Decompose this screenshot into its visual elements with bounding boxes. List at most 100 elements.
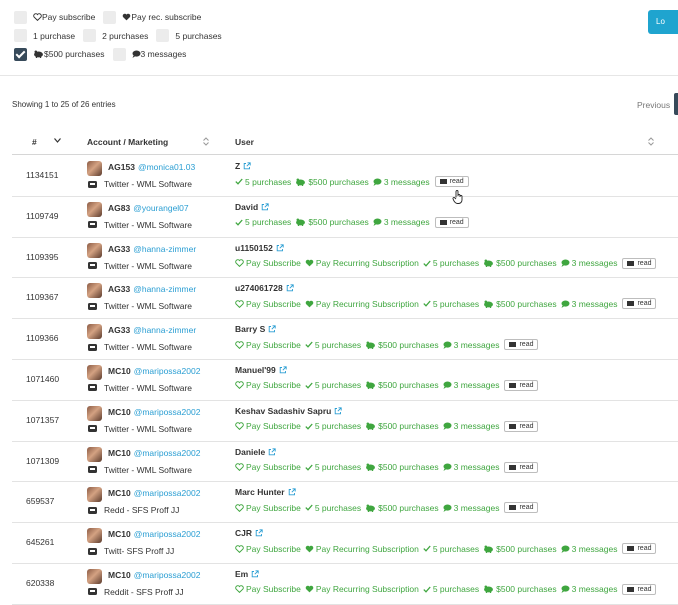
previous-button[interactable]: Previous: [637, 100, 670, 110]
marketing-cell: Redd - SFS Proff JJ: [87, 505, 179, 515]
account-handle-link[interactable]: @hanna-zimmer: [133, 244, 196, 254]
ad-icon: [88, 425, 97, 433]
user-cell: u1150152: [235, 243, 284, 253]
read-button[interactable]: read: [622, 298, 657, 310]
col-id-header[interactable]: #: [32, 137, 37, 147]
user-name[interactable]: Daniele: [235, 447, 265, 457]
filter-500-purchases[interactable]: $500 purchases: [14, 47, 105, 61]
marketing-label: Twitter - WML Software: [104, 301, 193, 312]
external-link-icon[interactable]: [243, 162, 251, 170]
external-link-icon[interactable]: [276, 243, 284, 252]
sort-icon[interactable]: [203, 137, 209, 146]
user-name[interactable]: Keshav Sadashiv Sapru: [235, 406, 331, 416]
piggy-bank-icon: [366, 422, 376, 431]
tag-label: $500 purchases: [496, 584, 557, 595]
checkbox[interactable]: [112, 47, 126, 61]
sort-icon[interactable]: [648, 137, 654, 146]
next-page-button[interactable]: [674, 93, 678, 115]
external-link-icon[interactable]: [268, 447, 276, 456]
tag-label: 5 purchases: [314, 339, 362, 350]
load-button-label: Lo: [656, 17, 665, 26]
account-cell: AG33 @hanna-zimmer: [108, 284, 196, 294]
account-handle-link[interactable]: @hanna-zimmer: [133, 325, 196, 335]
row-id: 1134151: [26, 170, 59, 180]
external-link-icon[interactable]: [268, 325, 276, 333]
heart-icon: [305, 586, 314, 593]
account-cell: AG153 @monica01.03: [108, 162, 195, 172]
checkmark-icon: [305, 382, 313, 389]
read-button-label: read: [637, 545, 652, 553]
read-button[interactable]: read: [434, 216, 469, 228]
envelope-icon: [439, 179, 447, 184]
filter-2-purchases[interactable]: 2 purchases: [83, 29, 148, 43]
filter-row: $500 purchases 3 messages: [14, 47, 230, 61]
user-cell: David: [235, 202, 269, 212]
user-name[interactable]: CJR: [235, 528, 252, 538]
filter-3-messages[interactable]: 3 messages: [112, 47, 186, 61]
heart-outline-icon: [235, 463, 244, 472]
read-button[interactable]: read: [504, 502, 539, 514]
checkbox-checked[interactable]: [14, 47, 27, 61]
filter-pay-rec-subscribe[interactable]: Pay rec. subscribe: [103, 10, 201, 24]
account-handle-link[interactable]: @maripossa2002: [134, 407, 201, 417]
read-button[interactable]: read: [504, 379, 539, 391]
read-button[interactable]: read: [622, 583, 657, 595]
user-cell: Em: [235, 569, 259, 579]
account-handle-link[interactable]: @maripossa2002: [134, 366, 201, 376]
read-button[interactable]: read: [622, 543, 657, 555]
chevron-down-icon[interactable]: [54, 138, 61, 143]
checkbox[interactable]: [83, 29, 97, 43]
tag-pay-recurring: Pay Recurring Subscription: [305, 544, 419, 554]
tag-label: 3 messages: [453, 380, 500, 391]
filter-1-purchase[interactable]: 1 purchase: [14, 29, 75, 43]
user-cell: Manuel'99: [235, 365, 287, 375]
external-link-icon[interactable]: [255, 529, 263, 537]
account-handle-link[interactable]: @yourangel07: [133, 203, 188, 213]
checkbox[interactable]: [103, 10, 117, 24]
ad-icon: [88, 221, 97, 229]
user-name[interactable]: u1150152: [235, 243, 273, 253]
external-link-icon[interactable]: [261, 203, 269, 211]
marketing-label: Twitter - WML Software: [104, 464, 193, 475]
col-user-header[interactable]: User: [235, 137, 254, 147]
tag-5-purchases: 5 purchases: [305, 340, 361, 350]
filter-pay-subscribe[interactable]: Pay subscribe: [14, 10, 95, 24]
user-name[interactable]: u274061728: [235, 283, 283, 293]
external-link-icon[interactable]: [251, 570, 259, 578]
read-button-label: read: [449, 218, 464, 226]
checkbox[interactable]: [14, 29, 27, 43]
checkbox[interactable]: [156, 29, 170, 43]
user-name[interactable]: Em: [235, 569, 248, 579]
user-name[interactable]: Barry S: [235, 324, 265, 334]
read-button[interactable]: read: [622, 257, 657, 269]
external-link-icon[interactable]: [334, 407, 343, 415]
read-button[interactable]: read: [504, 420, 539, 432]
ad-icon: [88, 466, 97, 474]
external-link-icon[interactable]: [286, 284, 294, 292]
col-account-header[interactable]: Account / Marketing: [87, 137, 168, 147]
checkmark-icon: [235, 178, 243, 185]
read-button[interactable]: read: [504, 339, 539, 351]
user-name[interactable]: Manuel'99: [235, 365, 276, 375]
checkbox[interactable]: [14, 10, 27, 24]
external-link-icon[interactable]: [279, 366, 287, 374]
read-button[interactable]: read: [434, 176, 469, 187]
read-button-label: read: [637, 300, 652, 308]
account-handle-link[interactable]: @hanna-zimmer: [133, 284, 196, 294]
read-button[interactable]: read: [504, 461, 539, 473]
account-handle-link[interactable]: @maripossa2002: [134, 448, 201, 458]
account-handle-link[interactable]: @maripossa2002: [134, 529, 201, 539]
tag-label: 3 messages: [383, 176, 430, 187]
account-handle-link[interactable]: @maripossa2002: [134, 570, 201, 580]
filter-5-purchases[interactable]: 5 purchases: [156, 29, 222, 43]
account-handle-link[interactable]: @maripossa2002: [134, 488, 201, 498]
tag-500-purchases: $500 purchases: [365, 462, 439, 472]
load-button[interactable]: Lo: [648, 10, 678, 34]
envelope-icon: [439, 219, 447, 225]
external-link-icon[interactable]: [288, 488, 296, 496]
user-name[interactable]: David: [235, 202, 258, 212]
user-name[interactable]: Z: [235, 161, 240, 171]
user-name[interactable]: Marc Hunter: [235, 487, 285, 497]
chat-bubble-icon: [443, 463, 452, 471]
account-handle-link[interactable]: @monica01.03: [138, 162, 195, 172]
